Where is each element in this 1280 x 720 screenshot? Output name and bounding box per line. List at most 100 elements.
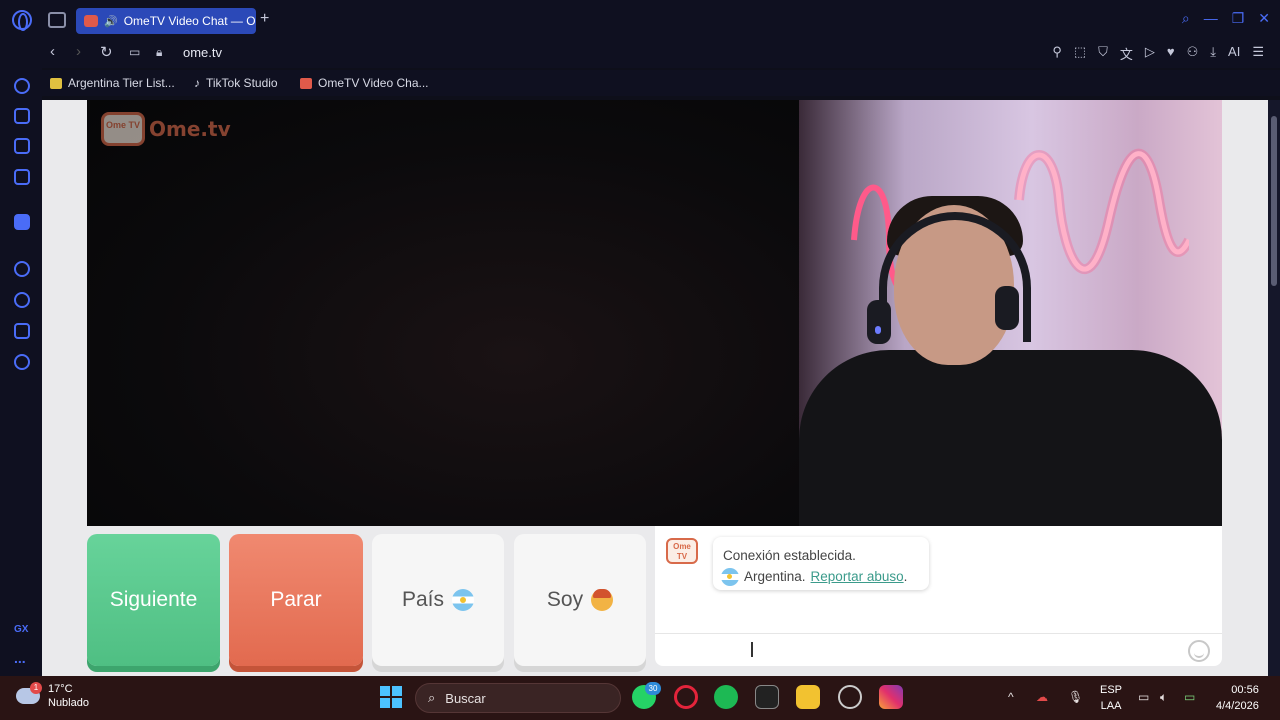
bookmark-favicon-icon xyxy=(50,77,62,89)
bookmarks-bar: Argentina Tier List... ♪ TikTok Studio O… xyxy=(0,70,1280,96)
player-icon[interactable] xyxy=(14,261,30,277)
weather-widget[interactable]: 1 17°C Nublado xyxy=(16,682,89,710)
bookmark-label: TikTok Studio xyxy=(206,76,278,90)
search-icon: ⌕ xyxy=(428,690,436,705)
forward-icon[interactable]: › xyxy=(76,43,81,60)
clock[interactable]: 00:56 4/4/2026 xyxy=(1216,682,1259,714)
instagram-icon[interactable] xyxy=(879,685,903,709)
bookmark-argentina[interactable]: Argentina Tier List... xyxy=(50,76,175,90)
network-icon[interactable]: ▭ xyxy=(1138,690,1149,704)
twitch-icon[interactable] xyxy=(14,214,30,230)
punctuation: . xyxy=(903,569,908,584)
profile-icon[interactable]: ⚇ xyxy=(1187,44,1199,63)
self-video xyxy=(799,100,1222,526)
file-explorer-icon[interactable] xyxy=(796,685,820,709)
ai-button[interactable]: AI xyxy=(1228,44,1240,63)
country-name: Argentina. xyxy=(744,569,806,584)
opera-logo-icon[interactable] xyxy=(12,10,32,31)
menu-icon[interactable]: ☰ xyxy=(1252,44,1264,63)
text-cursor-icon xyxy=(751,642,753,657)
gender-button[interactable]: Soy xyxy=(514,534,646,666)
time: 00:56 xyxy=(1231,684,1259,696)
chat-bot-avatar: Ome TV xyxy=(666,538,698,564)
gta-icon[interactable] xyxy=(755,685,779,709)
new-tab-button[interactable]: + xyxy=(260,10,269,28)
language-code: ESP xyxy=(1100,684,1123,696)
gx-corner-icon[interactable] xyxy=(14,108,30,124)
more-icon[interactable]: ... xyxy=(14,650,26,666)
system-message: Conexión establecida. Argentina. Reporta… xyxy=(713,537,929,590)
stranger-video xyxy=(87,100,799,526)
microphone-icon[interactable]: 🎙︎ xyxy=(1068,690,1083,704)
ometv-favicon-icon xyxy=(300,77,312,89)
speaker-icon[interactable]: 🔊 xyxy=(104,15,118,28)
window-controls: ⌕ — ❐ ✕ xyxy=(1182,10,1270,27)
tab-ometv[interactable]: 🔊 OmeTV Video Chat — O xyxy=(76,8,256,34)
emoji-icon[interactable] xyxy=(1188,640,1210,662)
volume-icon[interactable]: 🔈︎ xyxy=(1160,690,1167,705)
settings-icon[interactable] xyxy=(14,354,30,370)
tab-title: OmeTV Video Chat — O xyxy=(123,14,256,28)
spotify-icon[interactable] xyxy=(714,685,738,709)
battery-icon[interactable]: ▭ xyxy=(1184,690,1195,704)
minimize-icon[interactable]: — xyxy=(1204,10,1218,27)
date: 4/4/2026 xyxy=(1216,700,1259,712)
weather-condition: Nublado xyxy=(48,697,89,709)
extensions-icon[interactable] xyxy=(14,323,30,339)
back-icon[interactable]: ‹ xyxy=(50,43,55,60)
country-line: Argentina. Reportar abuso. xyxy=(721,566,919,587)
history-icon[interactable] xyxy=(14,292,30,308)
weather-badge: 1 xyxy=(30,682,42,694)
windows-start-icon[interactable] xyxy=(380,686,402,708)
search-tabs-icon[interactable]: ⌕ xyxy=(1182,10,1190,27)
opera-gx-icon[interactable] xyxy=(674,685,698,709)
logo-wordmark: Ome.tv xyxy=(149,117,231,141)
speed-dial-icon[interactable] xyxy=(14,78,30,94)
camera-icon[interactable]: ▭ xyxy=(129,45,140,59)
translate-icon[interactable]: 文 xyxy=(1120,44,1133,63)
twitter-icon[interactable] xyxy=(14,138,30,154)
taskbar-search[interactable]: ⌕ Buscar xyxy=(415,683,621,713)
messenger-icon[interactable] xyxy=(14,169,30,185)
show-hidden-icons-icon[interactable]: ^ xyxy=(1008,690,1014,704)
headset-cup xyxy=(995,286,1019,330)
chatgpt-icon[interactable] xyxy=(838,685,862,709)
language-indicator[interactable]: ESP LAA xyxy=(1100,682,1122,714)
scrollbar-thumb[interactable] xyxy=(1271,116,1277,286)
pin-icon[interactable]: ⚲ xyxy=(1052,44,1062,63)
boy-face-icon xyxy=(591,589,614,611)
reload-icon[interactable]: ↻ xyxy=(100,43,113,61)
cloud-icon: 1 xyxy=(16,682,42,704)
address-bar: ‹ › ↻ ▭ 🔒︎ ome.tv ⚲ ⬚ ⛉ 文 ▷ ♥ ⚇ ⤓ AI ☰ xyxy=(0,40,1280,68)
ometv-favicon-icon xyxy=(84,15,98,27)
restore-icon[interactable]: ❐ xyxy=(1232,10,1245,27)
tab-bar: 🔊 OmeTV Video Chat — O + ⌕ — ❐ ✕ xyxy=(0,0,1280,40)
heart-icon[interactable]: ♥ xyxy=(1167,44,1175,63)
cloud-sync-icon[interactable]: ☁ xyxy=(1036,690,1048,704)
temperature: 17°C xyxy=(48,683,73,695)
report-abuse-link[interactable]: Reportar abuso xyxy=(811,569,904,584)
country-label: País xyxy=(401,588,445,611)
ometv-logo: Ome TV Ome.tv xyxy=(101,112,231,146)
country-button[interactable]: País xyxy=(372,534,504,666)
person-body xyxy=(799,350,1222,526)
search-placeholder: Buscar xyxy=(445,690,486,706)
shield-icon[interactable]: ⛉ xyxy=(1098,44,1108,63)
close-icon[interactable]: ✕ xyxy=(1258,10,1270,27)
tiktok-icon: ♪ xyxy=(194,76,200,90)
stop-button[interactable]: Parar xyxy=(229,534,363,666)
bookmark-tiktok[interactable]: ♪ TikTok Studio xyxy=(194,76,278,90)
next-button[interactable]: Siguiente xyxy=(87,534,220,666)
chat-input[interactable] xyxy=(655,633,1222,666)
tab-islands-icon[interactable] xyxy=(48,12,66,28)
download-icon[interactable]: ⤓ xyxy=(1210,44,1216,63)
bookmark-ometv[interactable]: OmeTV Video Cha... xyxy=(300,76,429,90)
toolbar-icons: ⚲ ⬚ ⛉ 文 ▷ ♥ ⚇ ⤓ AI ☰ xyxy=(1052,44,1264,63)
snapshot-icon[interactable]: ⬚ xyxy=(1074,44,1086,63)
lock-icon[interactable]: 🔒︎ xyxy=(156,45,162,60)
screen: 🔊 OmeTV Video Chat — O + ⌕ — ❐ ✕ ‹ › ↻ ▭… xyxy=(0,0,1280,720)
gx-label[interactable]: GX xyxy=(14,624,28,635)
play-icon[interactable]: ▷ xyxy=(1145,44,1155,63)
url-field[interactable]: ome.tv xyxy=(183,45,222,60)
keyboard-layout: LAA xyxy=(1100,700,1122,712)
